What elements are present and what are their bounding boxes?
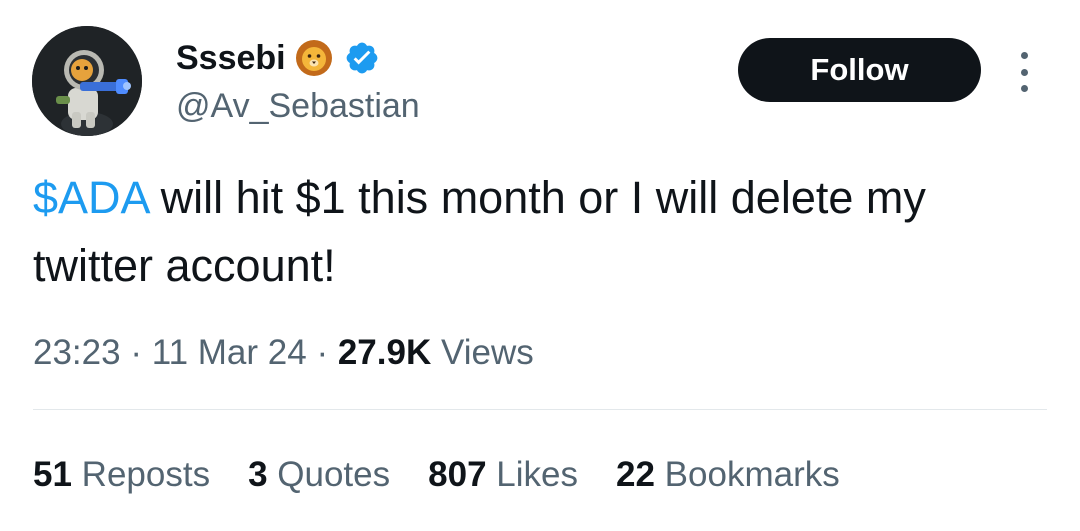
meta-separator: ·	[316, 333, 329, 372]
cashtag-link[interactable]: $ADA	[33, 172, 148, 223]
likes-stat[interactable]: 807 Likes	[428, 452, 578, 498]
bookmarks-label: Bookmarks	[664, 455, 840, 494]
tweet-meta: 23:23 · 11 Mar 24 · 27.9K Views	[33, 330, 534, 376]
engagement-stats: 51 Reposts 3 Quotes 807 Likes 22 Bookmar…	[33, 452, 840, 498]
tweet-body: will hit $1 this month or I will delete …	[33, 172, 926, 291]
reposts-stat[interactable]: 51 Reposts	[33, 452, 210, 498]
likes-label: Likes	[496, 455, 578, 494]
avatar[interactable]	[32, 26, 142, 136]
astronaut-avatar-icon	[32, 26, 142, 136]
views-label: Views	[440, 333, 534, 372]
reposts-label: Reposts	[81, 455, 211, 494]
more-dot	[1020, 52, 1028, 59]
reposts-count: 51	[33, 455, 72, 494]
divider	[33, 409, 1047, 410]
display-name[interactable]: Sssebi	[176, 38, 286, 78]
tweet-time[interactable]: 23:23	[33, 333, 121, 372]
author-handle[interactable]: @Av_Sebastian	[176, 86, 420, 126]
tweet-text: $ADA will hit $1 this month or I will de…	[33, 164, 1043, 300]
more-dot	[1020, 85, 1028, 92]
bookmarks-count: 22	[616, 455, 655, 494]
lion-face-icon	[294, 38, 334, 78]
more-dot	[1020, 68, 1028, 76]
follow-button[interactable]: Follow	[738, 38, 981, 102]
quotes-label: Quotes	[277, 455, 391, 494]
likes-count: 807	[428, 455, 487, 494]
meta-separator: ·	[130, 333, 142, 372]
quotes-count: 3	[248, 455, 268, 494]
author-name-row: Sssebi	[176, 38, 380, 78]
quotes-stat[interactable]: 3 Quotes	[248, 452, 390, 498]
more-vertical-icon[interactable]	[1014, 52, 1034, 92]
tweet-date[interactable]: 11 Mar 24	[152, 333, 307, 372]
bookmarks-stat[interactable]: 22 Bookmarks	[616, 452, 840, 498]
views-count: 27.9K	[337, 333, 432, 372]
verified-badge-icon	[344, 40, 380, 76]
